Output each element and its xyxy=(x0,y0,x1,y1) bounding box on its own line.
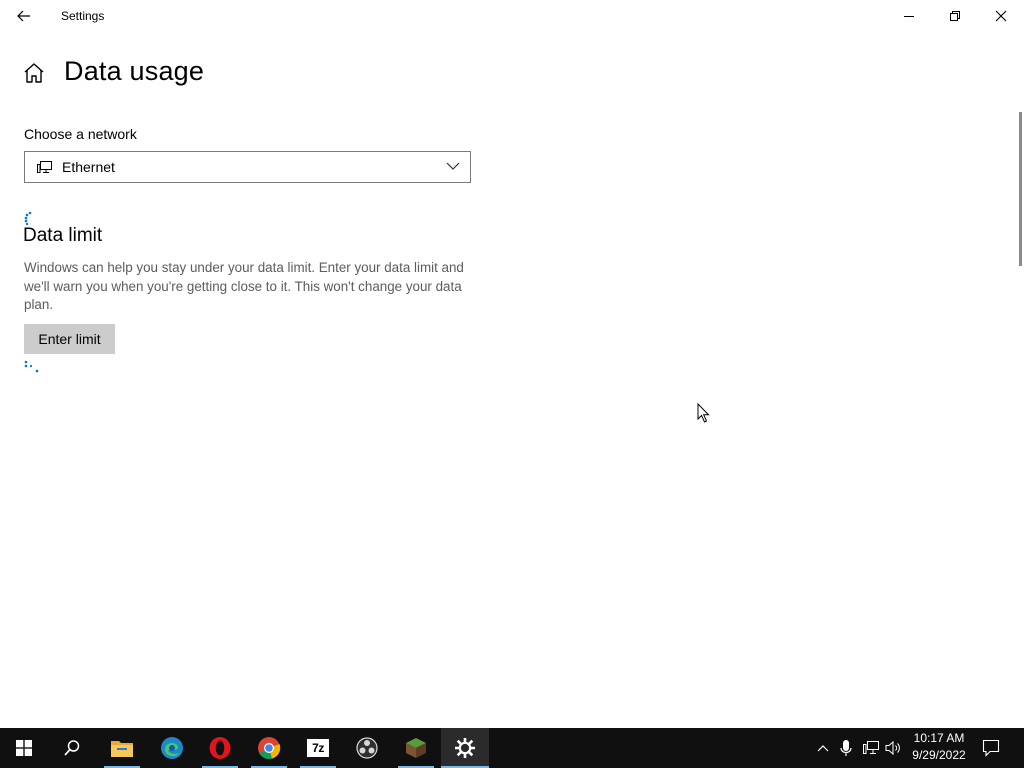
back-arrow-icon xyxy=(17,10,30,22)
restore-button[interactable] xyxy=(932,0,978,32)
data-limit-description: Windows can help you stay under your dat… xyxy=(24,260,464,313)
network-selected-value: Ethernet xyxy=(62,159,115,175)
close-icon xyxy=(995,10,1007,22)
page-title: Data usage xyxy=(64,56,205,86)
window-title: Settings xyxy=(61,9,105,23)
enter-limit-button[interactable]: Enter limit xyxy=(24,324,115,354)
search-button[interactable] xyxy=(48,728,96,768)
7zip-icon-text: 7z xyxy=(312,741,324,755)
taskbar-file-explorer[interactable] xyxy=(98,728,146,768)
restore-icon xyxy=(950,11,960,21)
minimize-button[interactable] xyxy=(886,0,932,32)
search-icon xyxy=(64,740,80,756)
taskbar-minecraft[interactable] xyxy=(392,728,440,768)
clock-date: 9/29/2022 xyxy=(912,748,966,762)
taskbar-settings[interactable] xyxy=(441,728,489,768)
7zip-icon: 7z xyxy=(307,739,329,757)
chevron-down-icon xyxy=(446,162,460,170)
choose-network-label: Choose a network xyxy=(24,126,137,142)
minecraft-icon xyxy=(406,738,426,758)
show-hidden-icons-button[interactable] xyxy=(815,738,831,758)
home-icon[interactable] xyxy=(22,62,46,84)
network-icon xyxy=(863,741,879,754)
start-button[interactable] xyxy=(0,728,48,768)
mouse-cursor-icon xyxy=(697,403,710,423)
volume-icon xyxy=(885,740,900,756)
notification-icon xyxy=(982,739,1000,757)
minimize-icon xyxy=(904,16,914,17)
title-bar: Settings xyxy=(0,0,1024,32)
clock-time: 10:17 AM xyxy=(913,731,965,745)
monitor-network-icon xyxy=(37,161,52,173)
data-limit-heading: Data limit xyxy=(23,225,103,246)
volume-tray-button[interactable] xyxy=(884,738,904,758)
opera-icon xyxy=(209,737,231,759)
chrome-icon xyxy=(258,737,281,760)
taskbar-opera[interactable] xyxy=(196,728,244,768)
microphone-tray-button[interactable] xyxy=(838,738,854,758)
taskbar-obs[interactable] xyxy=(343,728,391,768)
network-dropdown[interactable]: Ethernet xyxy=(24,151,471,183)
edge-icon xyxy=(161,737,183,759)
scrollbar-thumb[interactable] xyxy=(1019,112,1022,266)
taskbar-clock[interactable]: 10:17 AM 9/29/2022 xyxy=(906,730,972,764)
action-center-button[interactable] xyxy=(980,738,1002,758)
taskbar-7zip[interactable]: 7z xyxy=(294,728,342,768)
settings-gear-icon xyxy=(455,738,475,758)
obs-icon xyxy=(356,737,378,759)
chevron-up-icon xyxy=(817,745,829,752)
taskbar-edge[interactable] xyxy=(148,728,196,768)
close-button[interactable] xyxy=(978,0,1024,32)
microphone-icon xyxy=(840,740,852,756)
file-explorer-icon xyxy=(111,741,133,757)
loading-spinner-icon xyxy=(24,360,39,373)
back-button[interactable] xyxy=(8,0,40,32)
windows-logo-icon xyxy=(16,740,32,756)
network-tray-button[interactable] xyxy=(861,738,881,758)
taskbar-chrome[interactable] xyxy=(245,728,293,768)
